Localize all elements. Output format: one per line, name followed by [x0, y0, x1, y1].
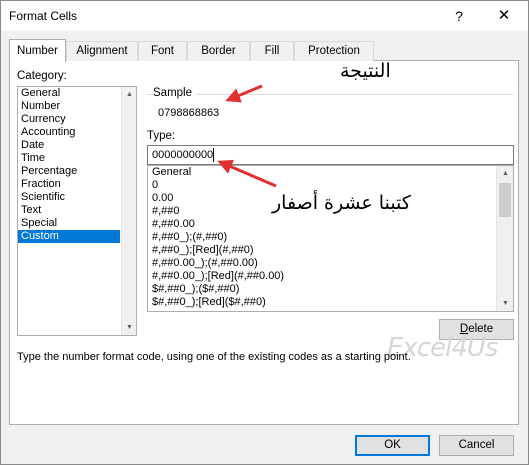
category-item-custom[interactable]: Custom [18, 230, 120, 243]
title-bar: Format Cells ? ✕ [1, 1, 528, 31]
category-item-special[interactable]: Special [18, 217, 136, 230]
category-item-time[interactable]: Time [18, 152, 136, 165]
scroll-thumb[interactable] [499, 183, 511, 217]
format-item[interactable]: $#,##0_);[Red]($#,##0) [148, 296, 513, 309]
scroll-down-icon[interactable]: ▼ [122, 320, 136, 335]
scroll-up-icon[interactable]: ▲ [122, 87, 136, 102]
category-item-accounting[interactable]: Accounting [18, 126, 136, 139]
format-cells-dialog: Format Cells ? ✕ Number Alignment Font B… [0, 0, 529, 465]
format-list-scrollbar[interactable]: ▲ ▼ [496, 166, 513, 311]
format-item[interactable]: #,##0.00_);(#,##0.00) [148, 257, 513, 270]
close-icon[interactable]: ✕ [489, 5, 519, 27]
tab-number[interactable]: Number [9, 39, 66, 62]
scroll-down-icon[interactable]: ▼ [497, 296, 513, 311]
tab-fill[interactable]: Fill [250, 41, 294, 61]
category-item-percentage[interactable]: Percentage [18, 165, 136, 178]
sample-label: Sample [153, 87, 196, 99]
annotation-zeros-label: كتبنا عشرة أصفار [272, 192, 411, 214]
format-item[interactable]: 0 [148, 179, 513, 192]
category-item-general[interactable]: General [18, 87, 136, 100]
format-item[interactable]: #,##0_);[Red](#,##0) [148, 244, 513, 257]
cancel-button[interactable]: Cancel [439, 435, 514, 456]
format-item[interactable]: #,##0.00_);[Red](#,##0.00) [148, 270, 513, 283]
ok-button[interactable]: OK [355, 435, 430, 456]
category-list[interactable]: General Number Currency Accounting Date … [17, 86, 137, 336]
scroll-up-icon[interactable]: ▲ [497, 166, 513, 181]
sample-value: 0798868863 [158, 107, 220, 119]
format-item[interactable]: General [148, 166, 513, 179]
category-item-text[interactable]: Text [18, 204, 136, 217]
tab-font[interactable]: Font [138, 41, 187, 61]
category-item-number[interactable]: Number [18, 100, 136, 113]
dialog-title: Format Cells [9, 9, 78, 23]
category-item-date[interactable]: Date [18, 139, 136, 152]
type-label: Type: [147, 130, 176, 142]
category-scrollbar[interactable]: ▲ ▼ [121, 87, 136, 335]
category-label: Category: [17, 70, 67, 82]
format-item[interactable]: #,##0.00 [148, 218, 513, 231]
help-icon[interactable]: ? [447, 5, 471, 27]
format-item[interactable]: #,##0_);(#,##0) [148, 231, 513, 244]
text-caret [213, 148, 214, 162]
format-code-list[interactable]: General 0 0.00 #,##0 #,##0.00 #,##0_);(#… [147, 165, 514, 312]
category-item-fraction[interactable]: Fraction [18, 178, 136, 191]
category-item-scientific[interactable]: Scientific [18, 191, 136, 204]
category-item-currency[interactable]: Currency [18, 113, 136, 126]
type-input[interactable]: 0000000000 [147, 145, 514, 165]
format-item[interactable]: $#,##0_);($#,##0) [148, 283, 513, 296]
annotation-result-label: النتيجة [340, 60, 391, 82]
tab-border[interactable]: Border [187, 41, 250, 61]
hint-text: Type the number format code, using one o… [17, 351, 411, 363]
tab-protection[interactable]: Protection [294, 41, 374, 61]
tab-alignment[interactable]: Alignment [66, 41, 138, 61]
